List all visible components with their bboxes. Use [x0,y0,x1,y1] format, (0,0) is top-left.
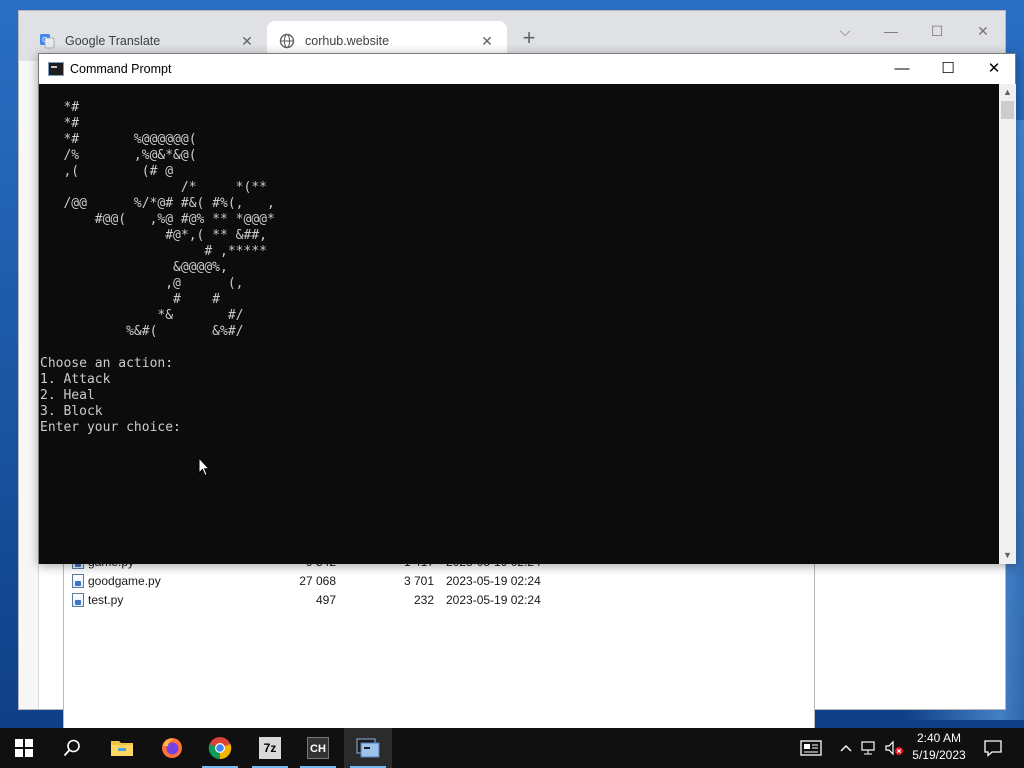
ascii-art-line: # ,***** [204,244,267,259]
console-menu-line: Enter your choice: [40,420,181,435]
file-packed-size: 3 701 [403,573,434,588]
new-tab-button[interactable]: + [517,27,541,51]
console-menu-line: 2. Heal [40,388,95,403]
command-prompt-icon [48,62,64,76]
volume-muted-icon[interactable] [882,728,906,768]
search-button[interactable] [48,728,96,768]
clock-time: 2:40 AM [916,731,962,745]
ascii-art-line: ,( (# @ [63,164,174,179]
console-menu-line: 3. Block [40,404,103,419]
search-icon [63,739,80,757]
7zip-button[interactable]: 7z [246,728,294,768]
file-row[interactable]: test.py 497 232 2023-05-19 02:24 [72,590,552,609]
file-name: goodgame.py [88,573,161,588]
close-button[interactable]: ✕ [971,54,1017,84]
console-output[interactable]: *# *# *# %@@@@@@( /% ,%@&*&@( ,( (# @ /*… [39,84,999,564]
file-name: test.py [88,592,124,607]
mouse-pointer-icon [198,457,210,477]
cheat-engine-button[interactable]: CH [294,728,342,768]
chevron-up-icon[interactable] [836,728,856,768]
browser-close-button[interactable]: ✕ [963,17,1003,45]
cmd-button[interactable] [344,728,392,768]
tab-title: Google Translate [65,34,161,48]
python-file-icon [72,573,84,588]
network-icon[interactable] [858,728,880,768]
ascii-art-line: /% ,%@&*&@( [63,148,197,163]
ch-icon: CH [307,737,329,759]
ascii-art-line: *# [63,100,80,115]
file-list-window[interactable]: game.py 9 542 1 417 2023-05-19 02:24 goo… [63,540,815,728]
python-file-icon [72,592,84,607]
ascii-art-line: ,@ (, [165,276,244,291]
file-packed-size: 232 [413,592,434,607]
file-row[interactable]: goodgame.py 27 068 3 701 2023-05-19 02:2… [72,571,552,590]
ascii-art-line: &@@@@%, [173,260,228,275]
ascii-art-line: /* *(** [180,180,267,195]
command-prompt-icon [356,738,380,758]
chrome-button[interactable] [196,728,244,768]
file-explorer-button[interactable] [98,728,146,768]
file-modified-date: 2023-05-19 02:24 [446,573,541,588]
tab-search-dropdown-icon[interactable]: ⌵ [825,17,865,45]
system-clock[interactable]: 2:40 AM 5/19/2023 [906,730,972,766]
tab-title: corhub.website [305,34,390,48]
console-scrollbar[interactable]: ▲ ▼ [999,84,1016,564]
file-modified-date: 2023-05-19 02:24 [446,592,541,607]
maximize-button[interactable]: ☐ [925,54,971,84]
folder-icon [111,741,133,756]
chrome-icon [208,737,232,760]
console-menu-line: Choose an action: [40,356,174,371]
firefox-icon [162,738,182,758]
ascii-art-line: #@*,( ** &##, [165,228,267,243]
ascii-art-line: *# [63,116,80,131]
ascii-art-line: *& #/ [157,308,244,323]
windows-logo-icon [15,739,33,757]
console-text: *# *# *# %@@@@@@( /% ,%@&*&@( ,( (# @ /*… [40,100,275,436]
console-menu-line: 1. Attack [40,372,111,387]
cmd-title-bar[interactable]: Command Prompt — ☐ ✕ [39,54,1015,84]
globe-icon [279,33,295,49]
taskbar: 7z CH 2:40 AM 5/19/2023 [0,728,1024,768]
scroll-up-arrow-icon[interactable]: ▲ [999,84,1016,101]
start-button[interactable] [0,728,48,768]
scroll-thumb[interactable] [1001,101,1014,119]
firefox-button[interactable] [148,728,196,768]
browser-minimize-button[interactable]: — [871,17,911,45]
browser-side-strip [19,61,39,709]
command-prompt-window[interactable]: Command Prompt — ☐ ✕ *# *# *# %@@@@@@( /… [38,53,1016,564]
scroll-down-arrow-icon[interactable]: ▼ [999,547,1016,564]
notification-center-icon[interactable] [978,728,1008,768]
file-size: 497 [315,592,336,607]
svg-text:G: G [42,36,47,44]
browser-maximize-button[interactable]: ☐ [917,17,957,45]
clock-date: 5/19/2023 [912,748,966,762]
file-size: 27 068 [299,573,336,588]
news-widget-icon[interactable] [796,728,826,768]
ascii-art-line: %&#( &%#/ [126,324,244,339]
minimize-button[interactable]: — [879,54,925,84]
ascii-art-line: # # [173,292,221,307]
ascii-art-line: #@@( ,%@ #@% ** *@@@* [94,212,275,227]
close-tab-icon[interactable]: ✕ [239,33,255,49]
google-translate-icon: G [39,33,55,49]
ascii-art-line: *# %@@@@@@( [63,132,197,147]
7zip-icon: 7z [259,737,281,759]
close-tab-icon[interactable]: ✕ [479,33,495,49]
window-title: Command Prompt [70,62,172,76]
ascii-art-line: /@@ %/*@# #&( #%(, , [63,196,275,211]
